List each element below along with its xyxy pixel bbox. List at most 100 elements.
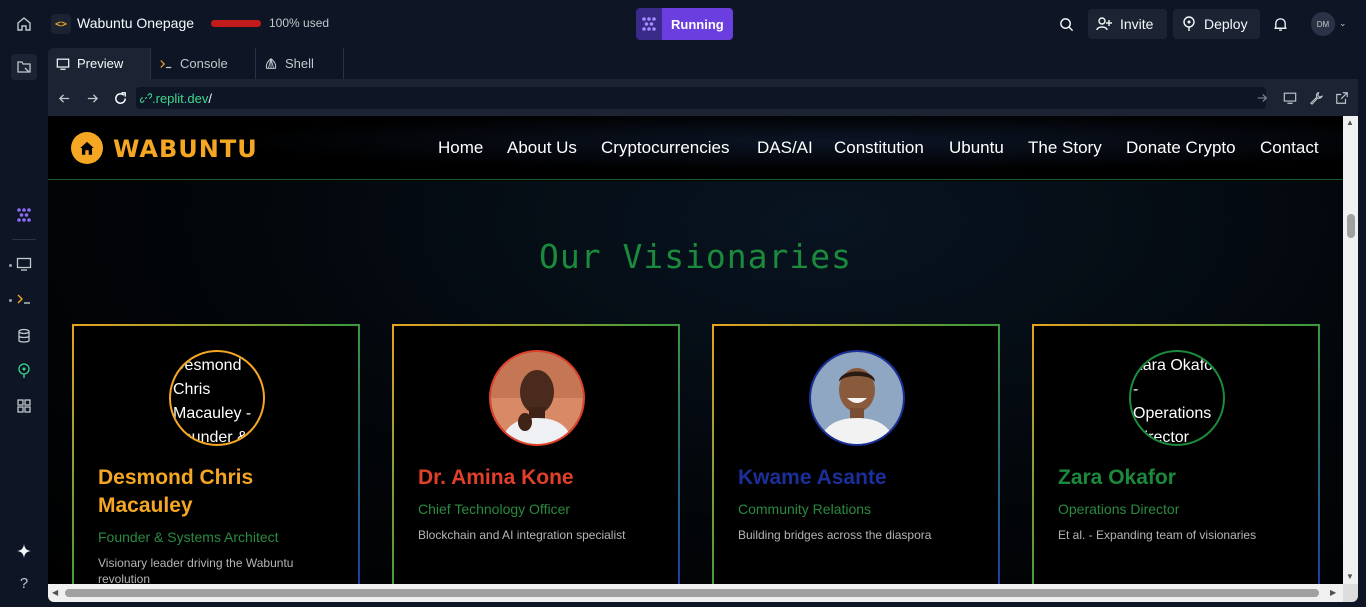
forward-button[interactable] xyxy=(84,90,100,106)
arrow-left-icon xyxy=(58,93,69,103)
scroll-up-icon[interactable]: ▲ xyxy=(1346,118,1354,127)
repl-language-icon[interactable]: <> xyxy=(51,14,71,34)
nav-donate-crypto[interactable]: Donate Crypto xyxy=(1126,138,1236,158)
member-name: Kwame Asante xyxy=(738,466,887,489)
team-card: Kwame Asante Community Relations Buildin… xyxy=(712,324,1000,584)
monitor-icon xyxy=(1283,92,1297,104)
scroll-thumb[interactable] xyxy=(1347,214,1355,238)
open-new-tab-button[interactable] xyxy=(1334,90,1350,106)
agent-button[interactable] xyxy=(12,203,36,227)
search-icon xyxy=(1059,17,1073,31)
chevron-down-icon[interactable]: ⌄ xyxy=(1339,18,1347,29)
tab-console[interactable]: Console xyxy=(151,48,256,79)
go-button[interactable] xyxy=(1254,90,1270,106)
visionaries-section: Our Visionaries Desmond Chris Macauley -… xyxy=(48,181,1343,584)
database-icon xyxy=(18,328,30,343)
deploy-icon xyxy=(18,363,30,378)
deployments-tool-button[interactable] xyxy=(12,359,36,383)
panel-tabs: Preview Console Shell xyxy=(48,48,1358,79)
scroll-down-icon[interactable]: ▼ xyxy=(1346,572,1354,581)
tab-shell[interactable]: Shell xyxy=(256,48,344,79)
deploy-label: Deploy xyxy=(1204,16,1248,32)
scroll-thumb[interactable] xyxy=(65,589,1319,597)
member-role: Operations Director xyxy=(1058,501,1180,517)
reload-button[interactable] xyxy=(112,90,128,106)
device-preview-button[interactable] xyxy=(1282,90,1298,106)
invite-label: Invite xyxy=(1120,16,1154,32)
console-tool-button[interactable] xyxy=(12,287,36,311)
profile-photo: Desmond Chris Macauley - Founder & Syste… xyxy=(169,350,265,446)
left-rail: ? xyxy=(0,48,48,607)
member-description: Visionary leader driving the Wabuntu rev… xyxy=(98,556,294,584)
member-name: Zara Okafor xyxy=(1058,466,1176,489)
file-tree-button[interactable] xyxy=(11,54,37,80)
nav-the-story[interactable]: The Story xyxy=(1028,138,1102,158)
preview-url-bar: .replit.dev / xyxy=(48,79,1358,116)
help-button[interactable]: ? xyxy=(12,571,36,595)
site-logo[interactable]: WABUNTU xyxy=(113,135,258,163)
notifications-button[interactable] xyxy=(1270,14,1290,34)
link-icon xyxy=(140,93,152,103)
scrollbar-corner xyxy=(1343,584,1358,602)
terminal-icon xyxy=(17,294,30,304)
profile-photo: Zara Okafor - Operations Director xyxy=(1129,350,1225,446)
back-button[interactable] xyxy=(56,90,72,106)
nav-cryptocurrencies[interactable]: Cryptocurrencies xyxy=(601,138,730,158)
url-input[interactable]: .replit.dev / xyxy=(136,87,1266,109)
team-card: Dr. Amina Kone Chief Technology Officer … xyxy=(392,324,680,584)
database-tool-button[interactable] xyxy=(12,324,36,348)
preview-tool-button[interactable] xyxy=(12,252,36,276)
nav-constitution[interactable]: Constitution xyxy=(834,138,924,158)
nav-ubuntu[interactable]: Ubuntu xyxy=(949,138,1004,158)
nav-das-ai[interactable]: DAS/AI xyxy=(757,138,813,158)
folder-arrow-icon xyxy=(17,61,31,73)
devtools-button[interactable] xyxy=(1308,90,1324,106)
wrench-icon xyxy=(1309,92,1323,105)
tab-label: Console xyxy=(180,56,228,71)
bell-icon xyxy=(1273,17,1287,31)
ai-assistant-button[interactable] xyxy=(12,539,36,563)
tab-preview[interactable]: Preview xyxy=(48,48,151,79)
reload-icon xyxy=(114,91,126,104)
team-card: Zara Okafor - Operations Director Zara O… xyxy=(1032,324,1320,584)
member-role: Chief Technology Officer xyxy=(418,501,571,517)
url-host: .replit.dev xyxy=(152,90,209,106)
rail-divider xyxy=(12,239,36,240)
photo-alt-text: Desmond Chris Macauley - Founder & Syste… xyxy=(173,357,252,444)
preview-panel: Preview Console Shell .replit.dev / WABU… xyxy=(48,48,1358,602)
scroll-left-icon[interactable]: ◀ xyxy=(52,588,58,597)
team-card: Desmond Chris Macauley - Founder & Syste… xyxy=(72,324,360,584)
home-icon xyxy=(17,17,31,31)
add-user-icon xyxy=(1096,17,1112,31)
home-button[interactable] xyxy=(12,12,36,36)
tabs-spacer xyxy=(344,48,1358,79)
run-button[interactable]: Running xyxy=(662,8,733,40)
horizontal-scrollbar[interactable]: ◀ ▶ xyxy=(48,584,1343,602)
member-name: Desmond Chris Macauley xyxy=(98,466,254,517)
nav-home[interactable]: Home xyxy=(438,138,483,158)
member-role: Founder & Systems Architect xyxy=(98,529,279,545)
question-mark-icon: ? xyxy=(19,574,29,592)
nav-about-us[interactable]: About Us xyxy=(507,138,577,158)
usage-progress-fill xyxy=(211,20,261,27)
search-button[interactable] xyxy=(1056,14,1076,34)
repl-title[interactable]: Wabuntu Onepage xyxy=(77,15,194,31)
nav-contact[interactable]: Contact xyxy=(1260,138,1319,158)
tab-label: Preview xyxy=(77,56,124,71)
run-control[interactable]: Running xyxy=(636,8,733,40)
invite-button[interactable]: Invite xyxy=(1088,9,1167,39)
all-tools-button[interactable] xyxy=(12,394,36,418)
sparkle-icon xyxy=(17,544,31,558)
deploy-button[interactable]: Deploy xyxy=(1173,9,1260,39)
vertical-scrollbar[interactable]: ▲ ▼ xyxy=(1343,116,1358,584)
usage-progress-bar[interactable] xyxy=(211,20,261,27)
scroll-right-icon[interactable]: ▶ xyxy=(1330,588,1336,597)
member-name: Dr. Amina Kone xyxy=(418,466,574,489)
avatar[interactable]: DM xyxy=(1311,12,1335,36)
member-description: Et al. - Expanding team of visionaries xyxy=(1058,528,1257,542)
workspace-header: <> Wabuntu Onepage 100% used Running Inv… xyxy=(0,0,1366,48)
terminal-icon xyxy=(160,59,172,68)
replit-agent-icon[interactable] xyxy=(636,8,662,40)
website-preview: WABUNTU Home About Us Cryptocurrencies D… xyxy=(48,116,1343,584)
home-icon[interactable] xyxy=(71,132,103,164)
